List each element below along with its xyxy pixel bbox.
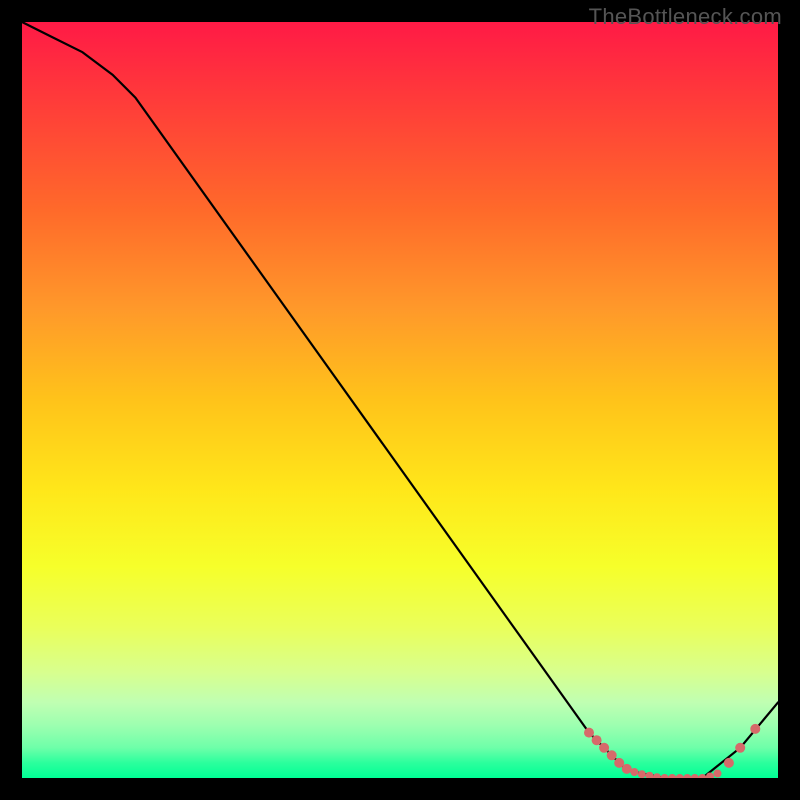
marker-point	[584, 728, 594, 738]
chart-plot-area	[22, 22, 778, 778]
marker-point	[607, 750, 617, 760]
marker-point	[592, 735, 602, 745]
marker-point	[668, 774, 676, 778]
marker-point	[691, 774, 699, 778]
marker-point	[599, 743, 609, 753]
marker-point	[646, 772, 654, 778]
marker-point	[676, 774, 684, 778]
marker-point	[683, 774, 691, 778]
highlight-markers	[584, 724, 760, 778]
marker-point	[653, 773, 661, 778]
marker-point	[724, 758, 734, 768]
marker-point	[750, 724, 760, 734]
marker-point	[735, 743, 745, 753]
marker-point	[714, 770, 722, 778]
marker-point	[622, 764, 632, 774]
watermark-text: TheBottleneck.com	[589, 4, 782, 30]
marker-point	[638, 770, 646, 778]
marker-point	[630, 768, 638, 776]
marker-point	[661, 774, 669, 778]
bottleneck-curve	[22, 22, 778, 778]
chart-svg	[22, 22, 778, 778]
